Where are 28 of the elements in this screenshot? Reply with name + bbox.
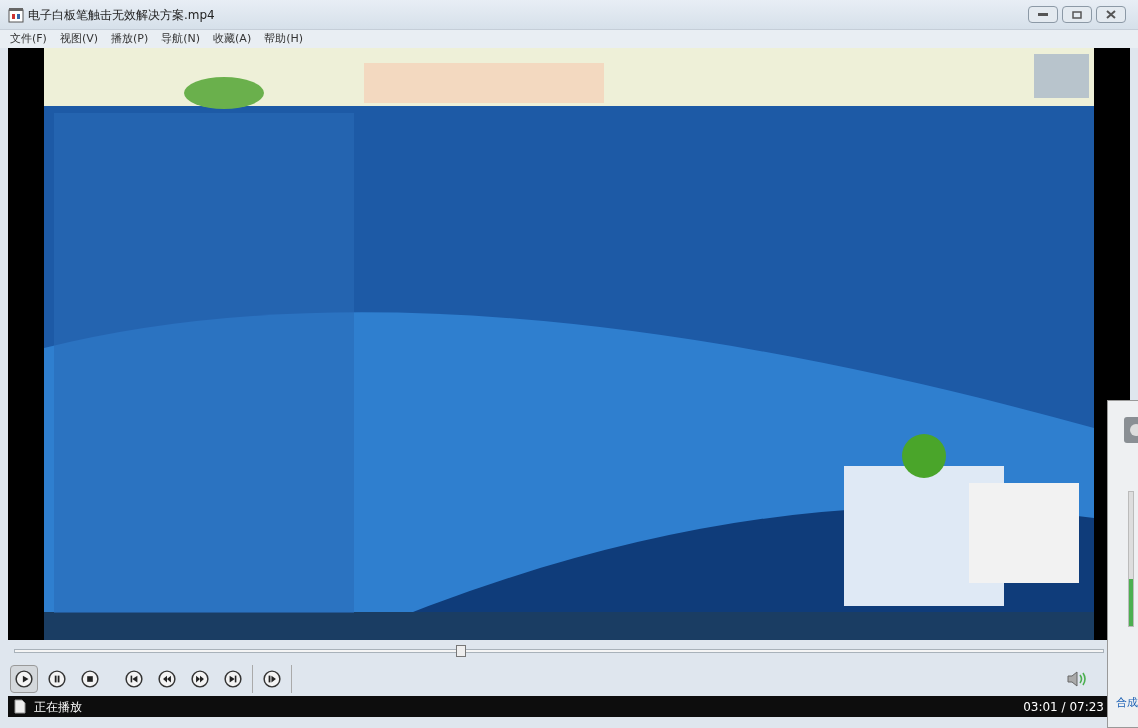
next-icon [224,670,242,688]
close-icon [1106,10,1116,19]
time-display: 03:01 / 07:23 [1023,698,1104,716]
seek-thumb[interactable] [456,645,467,657]
document-icon [14,699,26,714]
menu-item[interactable]: 文件(F) [10,30,47,48]
forward-icon [191,670,209,688]
window-title: 电子白板笔触击无效解决方案.mp4 [28,6,215,24]
maximize-icon [1072,10,1082,19]
stop-icon [81,670,99,688]
pause-icon [48,670,66,688]
mixer-link[interactable]: 合成 [1116,694,1138,711]
maximize-button[interactable] [1062,6,1092,23]
menu-item[interactable]: 播放(P) [111,30,149,48]
menu-item[interactable]: 视图(V) [59,30,99,48]
step-icon [263,670,281,688]
play-icon [15,670,33,688]
prev-icon [125,670,143,688]
minimize-icon [1038,12,1048,17]
menu-item[interactable]: 帮助(H) [264,30,304,48]
minimize-button[interactable] [1028,6,1058,23]
volume-track[interactable] [1128,491,1134,627]
menu-item[interactable]: 收藏(A) [213,30,252,48]
play-button[interactable] [10,665,38,693]
close-button[interactable] [1096,6,1126,23]
playback-state: 正在播放 [34,698,82,716]
menu-item[interactable]: 导航(N) [161,30,201,48]
rewind-icon [158,670,176,688]
